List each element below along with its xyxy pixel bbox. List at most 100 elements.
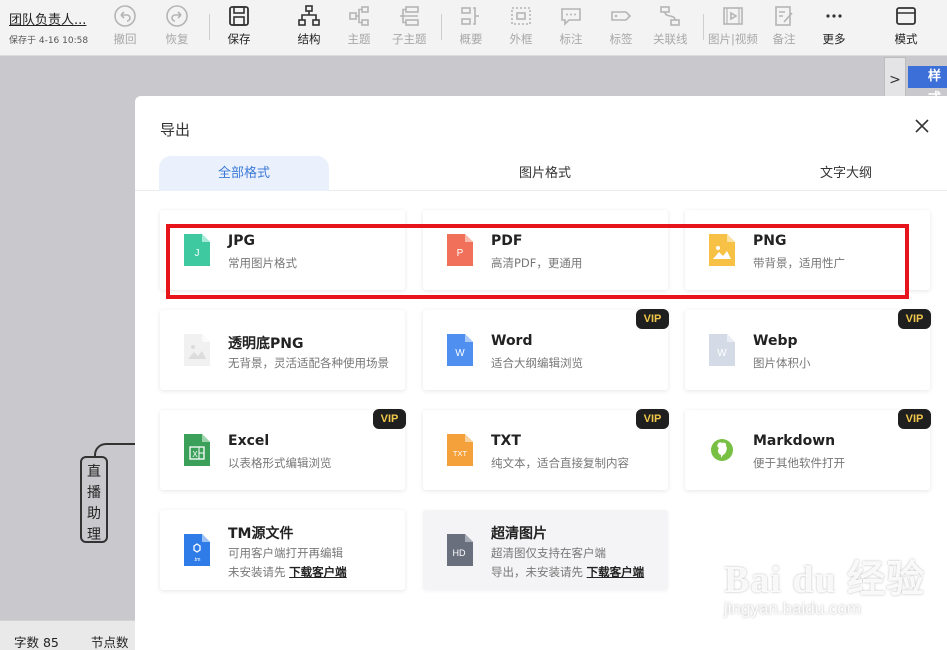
side-panel-toggle[interactable]: >	[884, 57, 906, 101]
tm-file-icon: .tm	[184, 534, 210, 566]
callout-label: 标注	[559, 32, 583, 46]
style-panel-button[interactable]: 样式	[908, 66, 947, 106]
format-card-transparent-png[interactable]: 透明底PNG 无背景，灵活适配各种使用场景	[160, 310, 405, 390]
format-name: TM源文件	[228, 526, 294, 542]
redo-button[interactable]: 恢复	[165, 4, 189, 52]
format-desc: 适合大纲编辑浏览	[491, 356, 583, 370]
topic-icon	[349, 6, 369, 26]
media-icon	[723, 7, 743, 25]
summary-button[interactable]: 概要	[459, 4, 483, 52]
topic-button[interactable]: 主题	[347, 4, 371, 52]
toolbar-divider	[703, 14, 704, 40]
tag-icon	[611, 11, 632, 21]
more-icon	[826, 14, 842, 18]
redo-icon	[166, 5, 188, 27]
vip-badge: VIP	[636, 309, 669, 329]
vip-badge: VIP	[898, 309, 931, 329]
top-toolbar: 团队负责人... 保存于 4-16 10:58 撤回 恢复 保存 结构 主题 子…	[0, 0, 947, 56]
relation-line-button[interactable]: 关联线	[653, 4, 688, 52]
excel-icon-letter: X	[192, 450, 198, 459]
markdown-file-icon	[711, 439, 733, 461]
tab-text-outline[interactable]: 文字大纲	[761, 156, 931, 191]
close-icon[interactable]	[912, 116, 932, 136]
undo-label: 撤回	[113, 32, 137, 46]
undo-icon	[114, 5, 136, 27]
mode-icon	[896, 7, 916, 25]
webp-file-icon: W	[709, 334, 735, 366]
redo-label: 恢复	[165, 32, 189, 46]
summary-icon	[461, 7, 479, 25]
note-button[interactable]: 备注	[772, 4, 796, 52]
more-label: 更多	[822, 32, 846, 46]
highlight-box	[166, 224, 909, 299]
format-name: Webp	[753, 333, 798, 349]
node-connector	[94, 443, 136, 457]
node-count: 节点数	[91, 635, 129, 650]
tag-button[interactable]: 标签	[609, 4, 633, 52]
format-desc: 超清图仅支持在客户端	[491, 546, 606, 560]
vip-badge: VIP	[636, 409, 669, 429]
vip-badge: VIP	[898, 409, 931, 429]
mindmap-node-text: 直播助理	[87, 464, 101, 543]
structure-icon	[298, 5, 320, 26]
format-card-tm-source[interactable]: .tm TM源文件 可用客户端打开再编辑 未安装请先 下载客户端	[160, 510, 405, 590]
format-tabs: 全部格式 图片格式 文字大纲	[135, 156, 947, 191]
save-icon	[229, 6, 249, 26]
install-prefix: 导出，未安装请先	[491, 565, 583, 579]
undo-button[interactable]: 撤回	[113, 4, 137, 52]
media-button[interactable]: 图片|视频	[708, 4, 758, 52]
vip-badge: VIP	[373, 409, 406, 429]
word-icon-letter: W	[455, 348, 465, 359]
summary-label: 概要	[459, 32, 483, 46]
download-client-link[interactable]: 下载客户端	[587, 565, 645, 579]
boundary-icon	[511, 7, 531, 25]
format-name: Excel	[228, 433, 270, 449]
format-name: TXT	[491, 433, 521, 449]
format-desc-install: 未安装请先 下载客户端	[228, 564, 347, 580]
txt-file-icon: TXT	[447, 434, 473, 466]
structure-button[interactable]: 结构	[297, 4, 321, 52]
callout-icon	[561, 8, 581, 26]
subtopic-icon	[400, 6, 420, 26]
saved-status: 保存于 4-16 10:58	[9, 36, 89, 46]
save-label: 保存	[227, 32, 251, 46]
word-count: 字数 85	[14, 635, 59, 650]
hd-image-icon: HD	[447, 534, 473, 566]
document-title[interactable]: 团队负责人...	[9, 9, 86, 28]
format-name: Word	[491, 333, 533, 349]
topic-label: 主题	[347, 32, 371, 46]
subtopic-button[interactable]: 子主题	[392, 4, 427, 52]
mode-button[interactable]: 模式	[894, 4, 918, 52]
mode-label: 模式	[894, 32, 918, 46]
save-button[interactable]: 保存	[227, 4, 251, 52]
hd-icon-letter: HD	[453, 548, 466, 558]
format-card-txt[interactable]: TXT TXT 纯文本，适合直接复制内容 VIP	[423, 409, 669, 490]
format-desc: 便于其他软件打开	[753, 456, 845, 470]
boundary-button[interactable]: 外框	[509, 4, 533, 52]
download-client-link[interactable]: 下载客户端	[289, 565, 347, 579]
relation-line-label: 关联线	[653, 32, 688, 46]
mindmap-node[interactable]: 直播助理	[80, 456, 108, 543]
more-button[interactable]: 更多	[822, 4, 846, 52]
format-desc: 无背景，灵活适配各种使用场景	[228, 356, 389, 370]
excel-file-icon: X	[184, 434, 210, 466]
boundary-label: 外框	[509, 32, 533, 46]
format-card-webp[interactable]: W Webp 图片体积小 VIP	[685, 309, 931, 390]
tag-label: 标签	[609, 32, 633, 46]
install-prefix: 未安装请先	[228, 565, 286, 579]
format-name: Markdown	[753, 433, 836, 449]
tab-all-formats[interactable]: 全部格式	[159, 156, 329, 191]
note-icon	[775, 6, 793, 26]
dialog-title: 导出	[160, 121, 191, 139]
format-card-markdown[interactable]: Markdown 便于其他软件打开 VIP	[685, 409, 931, 490]
word-file-icon: W	[447, 334, 473, 366]
tab-image-formats[interactable]: 图片格式	[460, 156, 630, 191]
format-desc: 以表格形式编辑浏览	[228, 456, 332, 470]
format-card-excel[interactable]: X Excel 以表格形式编辑浏览 VIP	[160, 409, 406, 490]
format-desc: 纯文本，适合直接复制内容	[491, 456, 629, 470]
format-name: 透明底PNG	[228, 336, 304, 352]
format-card-word[interactable]: W Word 适合大纲编辑浏览 VIP	[423, 309, 669, 390]
note-label: 备注	[772, 32, 796, 46]
format-card-hd-image[interactable]: HD 超清图片 超清图仅支持在客户端 导出，未安装请先 下载客户端	[423, 510, 668, 590]
callout-button[interactable]: 标注	[559, 4, 583, 52]
